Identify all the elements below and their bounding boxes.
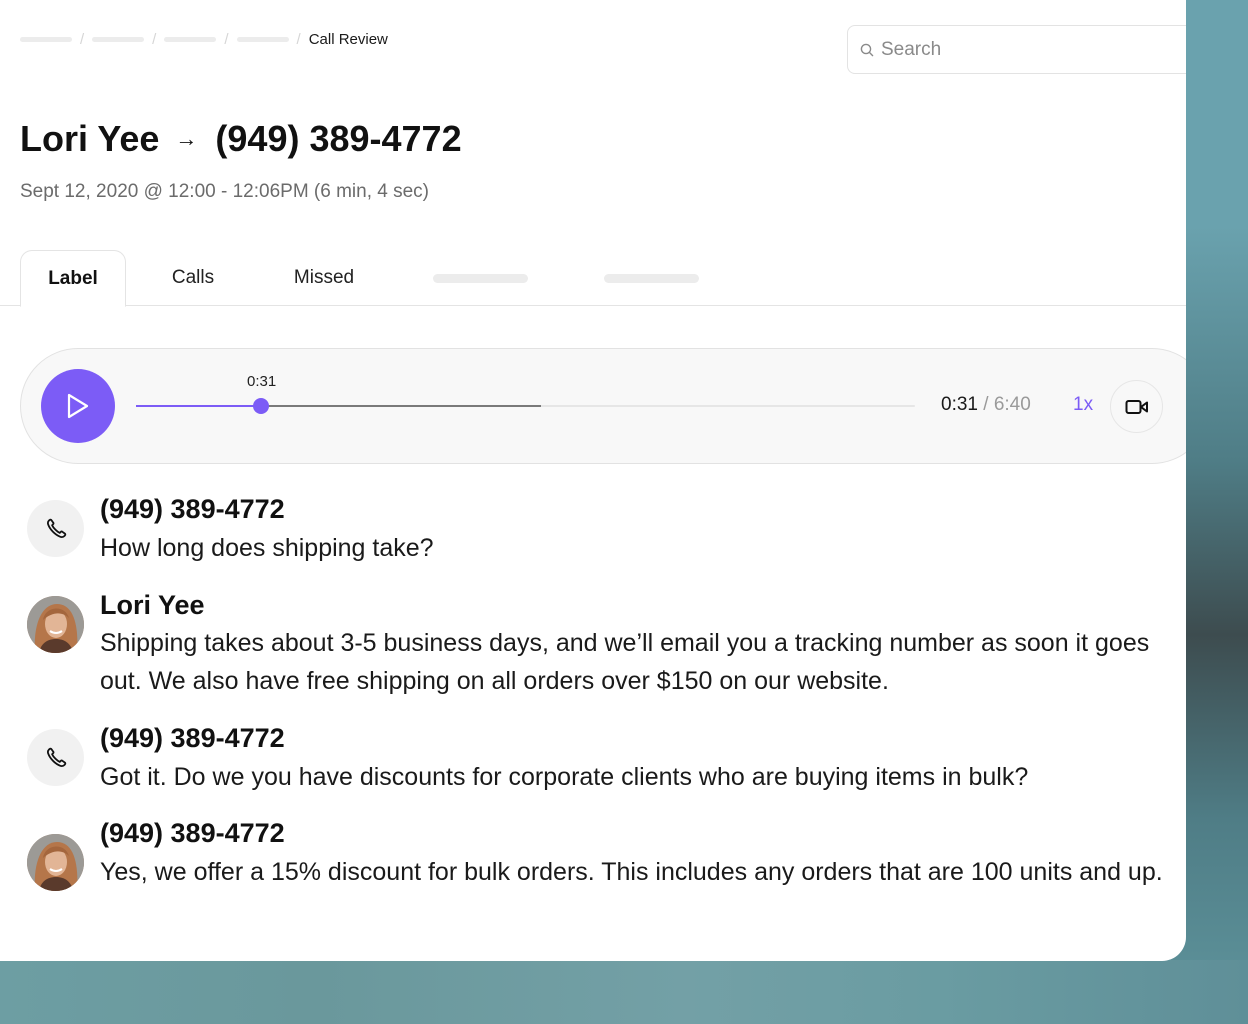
- phone-avatar: [27, 729, 84, 786]
- breadcrumb-separator: /: [224, 30, 229, 48]
- speaker-name: Lori Yee: [100, 590, 205, 620]
- background: [0, 960, 1248, 1024]
- tab-calls[interactable]: Calls: [140, 250, 246, 306]
- message-text: How long does shipping take?: [100, 534, 434, 562]
- tab-missed[interactable]: Missed: [270, 250, 378, 306]
- video-button[interactable]: [1110, 380, 1163, 433]
- breadcrumb-placeholder[interactable]: [236, 36, 289, 42]
- audio-player: 0:31 0:31 / 6:40 1x: [20, 348, 1186, 464]
- tab-bar: Label Calls Missed: [0, 250, 1186, 307]
- time-readout: 0:31 / 6:40: [941, 394, 1031, 416]
- play-button[interactable]: [41, 369, 115, 443]
- breadcrumb-separator: /: [296, 30, 301, 48]
- avatar: [27, 596, 84, 653]
- video-camera-icon: [1125, 399, 1148, 414]
- breadcrumb-placeholder[interactable]: [164, 36, 217, 42]
- phone-avatar: [27, 500, 84, 557]
- message-text: Got it. Do we you have discounts for cor…: [100, 763, 1029, 791]
- message-text: Shipping takes about 3-5 business days, …: [100, 629, 1150, 695]
- search-icon: [860, 43, 874, 56]
- speaker-name: (949) 389-4772: [100, 494, 285, 524]
- person-photo-icon: [27, 596, 84, 653]
- caller-name: Lori Yee: [20, 118, 160, 159]
- phone-icon: [46, 747, 66, 767]
- play-icon: [67, 393, 89, 419]
- breadcrumb-current: Call Review: [308, 30, 388, 48]
- phone-icon: [46, 518, 66, 538]
- breadcrumb-separator: /: [152, 30, 157, 48]
- search-box[interactable]: [847, 25, 1186, 74]
- call-review-panel: / / / / Call Review Lori Yee → (949) 389…: [0, 0, 1186, 961]
- tab-placeholder[interactable]: [604, 274, 699, 283]
- page-title: Lori Yee → (949) 389-4772: [20, 118, 462, 160]
- arrow-right-icon: →: [175, 126, 198, 151]
- tab-placeholder[interactable]: [433, 274, 528, 283]
- playback-speed-button[interactable]: 1x: [1073, 394, 1093, 416]
- breadcrumb: / / / / Call Review: [20, 28, 388, 50]
- breadcrumb-placeholder[interactable]: [20, 36, 72, 42]
- playhead-time-label: 0:31: [247, 373, 277, 390]
- current-time: 0:31: [941, 394, 978, 415]
- tab-label[interactable]: Label: [20, 250, 126, 307]
- callee-number: (949) 389-4772: [215, 118, 462, 159]
- breadcrumb-placeholder[interactable]: [92, 36, 145, 42]
- breadcrumb-separator: /: [80, 30, 85, 48]
- search-input[interactable]: [881, 38, 1181, 61]
- seek-handle[interactable]: [252, 398, 269, 414]
- person-photo-icon: [27, 834, 84, 891]
- speaker-name: (949) 389-4772: [100, 723, 285, 753]
- seek-bar[interactable]: [136, 398, 915, 414]
- total-time: 6:40: [993, 394, 1031, 415]
- call-datetime: Sept 12, 2020 @ 12:00 - 12:06PM (6 min, …: [20, 181, 430, 202]
- speaker-name: (949) 389-4772: [100, 818, 285, 848]
- message-text: Yes, we offer a 15% discount for bulk or…: [100, 858, 1163, 886]
- avatar: [27, 834, 84, 891]
- played-range: [136, 405, 261, 407]
- time-separator: /: [983, 394, 989, 415]
